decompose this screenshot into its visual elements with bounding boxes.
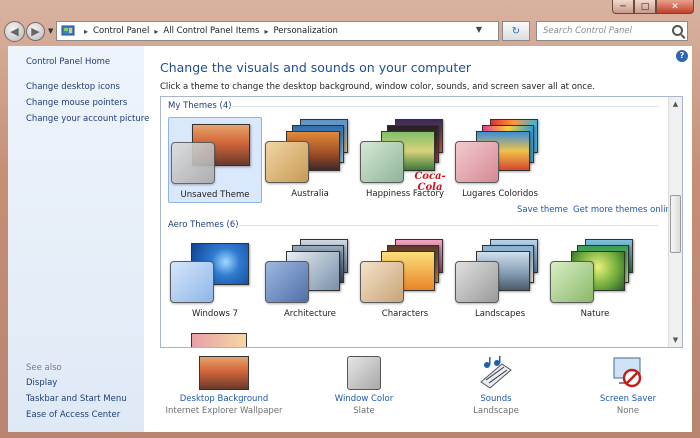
window-color-value: Slate bbox=[353, 406, 375, 416]
refresh-button[interactable]: ↻ bbox=[502, 21, 530, 41]
window-color-swatch bbox=[265, 141, 309, 183]
theme-label: Landscapes bbox=[474, 309, 526, 319]
search-icon[interactable] bbox=[672, 25, 683, 36]
see-also-label: See also bbox=[26, 363, 62, 373]
theme-label: Characters bbox=[381, 309, 429, 319]
forward-button[interactable]: ▶ bbox=[26, 21, 45, 41]
window-color-swatch bbox=[455, 261, 499, 303]
back-arrow-icon: ◀ bbox=[10, 24, 19, 38]
navigation-bar: ◀ ▶ ▼ ▸ Control Panel ▸ All Control Pane… bbox=[4, 18, 696, 44]
save-theme-link[interactable]: Save theme bbox=[517, 205, 568, 215]
search-placeholder: Search Control Panel bbox=[543, 26, 633, 36]
breadcrumb-separator[interactable]: ▸ bbox=[264, 27, 268, 36]
desktop-background-value: Internet Explorer Wallpaper bbox=[165, 406, 283, 416]
window-color-swatch bbox=[360, 261, 404, 303]
theme-characters[interactable]: Characters bbox=[358, 237, 452, 323]
theme-nature[interactable]: Nature bbox=[548, 237, 642, 323]
theme-label: Australia bbox=[291, 189, 329, 199]
see-also-taskbar[interactable]: Taskbar and Start Menu bbox=[26, 394, 127, 404]
window-color-swatch bbox=[550, 261, 594, 303]
theme-label: Lugares Coloridos bbox=[462, 189, 538, 199]
theme-thumbnail-partial[interactable] bbox=[191, 333, 247, 347]
sounds-item[interactable]: Sounds Landscape bbox=[436, 356, 556, 416]
theme-label: Nature bbox=[580, 309, 610, 319]
breadcrumb-separator[interactable]: ▸ bbox=[154, 27, 158, 36]
theme-architecture[interactable]: Architecture bbox=[263, 237, 357, 323]
window-frame: ─ □ ✕ ◀ ▶ ▼ ▸ Control Panel ▸ All Contro… bbox=[0, 0, 700, 438]
window-color-item[interactable]: Window Color Slate bbox=[304, 356, 424, 416]
sidebar-change-mouse-pointers[interactable]: Change mouse pointers bbox=[26, 98, 127, 108]
window-color-swatch bbox=[455, 141, 499, 183]
main-panel: ? Change the visuals and sounds on your … bbox=[144, 46, 692, 432]
search-input[interactable]: Search Control Panel bbox=[536, 21, 688, 41]
theme-label: Architecture bbox=[283, 309, 337, 319]
address-dropdown-icon[interactable]: ▼ bbox=[476, 25, 482, 34]
sounds-icon bbox=[480, 356, 512, 389]
refresh-icon: ↻ bbox=[511, 25, 521, 37]
group-divider bbox=[233, 225, 659, 226]
sounds-link[interactable]: Sounds bbox=[436, 394, 556, 404]
help-icon[interactable]: ? bbox=[676, 50, 688, 62]
theme-happiness-factory[interactable]: Coca-Cola Happiness Factory bbox=[358, 117, 452, 203]
screen-saver-item[interactable]: Screen Saver None bbox=[568, 356, 688, 416]
scrollbar-thumb[interactable] bbox=[670, 195, 681, 253]
screen-saver-value: None bbox=[616, 406, 640, 416]
window-color-swatch bbox=[170, 261, 214, 303]
close-icon[interactable]: ✕ bbox=[656, 0, 694, 14]
breadcrumb-control-panel[interactable]: Control Panel bbox=[93, 26, 149, 36]
minimize-icon[interactable]: ─ bbox=[612, 0, 634, 14]
group-divider bbox=[229, 106, 659, 107]
window-color-swatch bbox=[171, 142, 215, 184]
control-panel-icon bbox=[61, 25, 75, 36]
sounds-value: Landscape bbox=[473, 406, 519, 416]
window-color-swatch bbox=[265, 261, 309, 303]
theme-australia[interactable]: Australia bbox=[263, 117, 357, 203]
window-color-icon bbox=[347, 356, 381, 390]
theme-label: Happiness Factory bbox=[366, 189, 444, 199]
theme-label: Windows 7 bbox=[191, 309, 239, 319]
sidebar-control-panel-home[interactable]: Control Panel Home bbox=[26, 57, 110, 67]
screen-saver-icon bbox=[613, 357, 642, 388]
scroll-up-icon[interactable]: ▲ bbox=[670, 97, 681, 111]
scroll-down-icon[interactable]: ▼ bbox=[670, 333, 681, 347]
breadcrumb-all-items[interactable]: All Control Panel Items bbox=[163, 26, 259, 36]
get-more-themes-link[interactable]: Get more themes online bbox=[573, 205, 676, 215]
page-title: Change the visuals and sounds on your co… bbox=[160, 60, 472, 75]
window-color-link[interactable]: Window Color bbox=[304, 394, 424, 404]
theme-lugares-coloridos[interactable]: Lugares Coloridos bbox=[453, 117, 547, 203]
theme-label: Unsaved Theme bbox=[180, 190, 250, 200]
see-also-display[interactable]: Display bbox=[26, 378, 57, 388]
desktop-background-icon bbox=[199, 356, 249, 390]
sidebar-change-account-picture[interactable]: Change your account picture bbox=[26, 114, 149, 124]
window-color-swatch bbox=[360, 141, 404, 183]
aero-themes-title: Aero Themes (6) bbox=[168, 220, 239, 230]
sidebar: Control Panel Home Change desktop icons … bbox=[8, 46, 149, 432]
address-bar[interactable]: ▸ Control Panel ▸ All Control Panel Item… bbox=[56, 21, 499, 41]
maximize-icon[interactable]: □ bbox=[634, 0, 656, 14]
themes-scrollbar[interactable]: ▲ ▼ bbox=[668, 97, 682, 347]
breadcrumb-separator: ▸ bbox=[84, 26, 89, 36]
caption-buttons: ─ □ ✕ bbox=[612, 0, 694, 14]
theme-landscapes[interactable]: Landscapes bbox=[453, 237, 547, 323]
see-also-ease-of-access[interactable]: Ease of Access Center bbox=[26, 410, 120, 420]
screen-saver-link[interactable]: Screen Saver bbox=[568, 394, 688, 404]
desktop-background-item[interactable]: Desktop Background Internet Explorer Wal… bbox=[164, 356, 284, 416]
theme-unsaved[interactable]: Unsaved Theme bbox=[168, 117, 262, 203]
theme-windows-7[interactable]: Windows 7 bbox=[168, 237, 262, 323]
my-themes-title: My Themes (4) bbox=[168, 101, 232, 111]
back-button[interactable]: ◀ bbox=[4, 20, 25, 42]
page-description: Click a theme to change the desktop back… bbox=[160, 82, 595, 92]
breadcrumb-personalization[interactable]: Personalization bbox=[273, 26, 337, 36]
desktop-background-link[interactable]: Desktop Background bbox=[164, 394, 284, 404]
sidebar-change-desktop-icons[interactable]: Change desktop icons bbox=[26, 82, 120, 92]
themes-list: My Themes (4) Unsaved Theme Australia Co… bbox=[160, 96, 683, 348]
content-area: Control Panel Home Change desktop icons … bbox=[8, 46, 692, 432]
forward-arrow-icon: ▶ bbox=[31, 24, 40, 38]
